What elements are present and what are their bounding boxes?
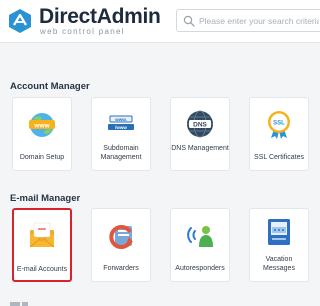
subdomain-management-label: Subdomain Management (100, 145, 142, 161)
vacation-message-icon (268, 219, 290, 245)
domain-setup-card[interactable]: www Domain Setup (12, 97, 72, 171)
account-manager-heading: Account Manager (10, 81, 90, 92)
dns-management-label: DNS Management (171, 145, 229, 152)
email-envelope-icon: **** (29, 222, 55, 248)
search-input[interactable] (199, 13, 319, 28)
ssl-certificates-card[interactable]: SSL SSL Certificates (249, 97, 309, 171)
email-accounts-label: E-mail Accounts (16, 266, 68, 273)
search-icon (183, 15, 195, 27)
svg-text:www.: www. (114, 117, 127, 122)
brand-name[interactable]: DirectAdmin (39, 6, 161, 28)
svg-text:/www: /www (115, 125, 127, 130)
autoresponders-card[interactable]: Autoresponders (170, 208, 230, 282)
svg-text:****: **** (38, 228, 46, 234)
forwarders-label: Forwarders (103, 265, 139, 272)
autoresponders-label: Autoresponders (175, 265, 225, 272)
subdomain-icon: www. /www (108, 115, 134, 130)
vacation-messages-label: Vacation Messages (263, 256, 295, 272)
email-accounts-card[interactable]: **** E-mail Accounts (12, 208, 72, 282)
www-globe-icon: www (29, 113, 55, 137)
search-box[interactable] (176, 9, 320, 32)
svg-text:DNS: DNS (193, 122, 207, 129)
forwarder-icon (109, 225, 133, 249)
domain-setup-label: Domain Setup (19, 154, 65, 161)
dns-icon: DNS (187, 110, 213, 138)
dns-management-card[interactable]: DNS DNS Management (170, 97, 230, 171)
email-manager-heading: E-mail Manager (10, 193, 81, 204)
subdomain-management-card[interactable]: www. /www Subdomain Management (91, 97, 151, 171)
top-header: DirectAdmin web control panel (0, 0, 320, 43)
forwarders-card[interactable]: Forwarders (91, 208, 151, 282)
directadmin-logo-icon[interactable] (6, 7, 34, 35)
autoresponder-icon (187, 226, 213, 247)
brand-tagline: web control panel (40, 27, 125, 36)
ssl-badge-icon: SSL (268, 111, 290, 139)
svg-text:SSL: SSL (273, 121, 285, 127)
ssl-certificates-label: SSL Certificates (254, 154, 304, 161)
next-section-heading-peek (10, 302, 28, 306)
svg-text:www: www (33, 122, 50, 129)
vacation-messages-card[interactable]: Vacation Messages (249, 208, 309, 282)
